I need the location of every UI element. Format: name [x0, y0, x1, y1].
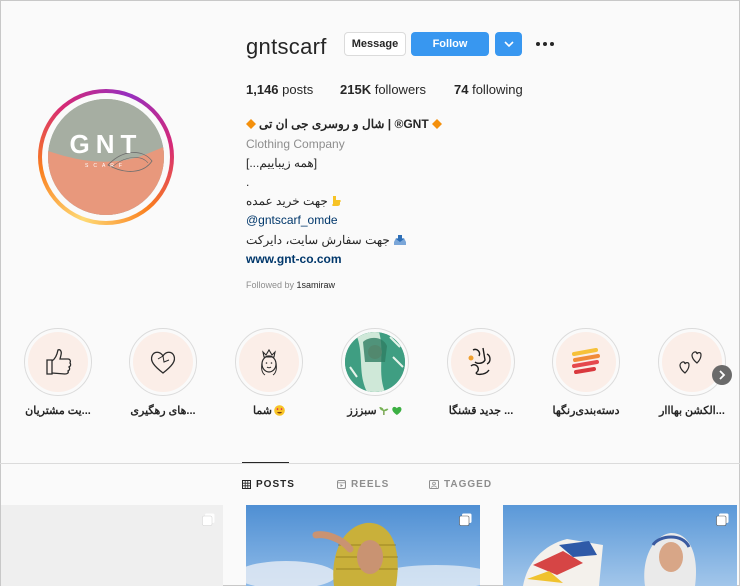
- orange-diamond-icon: [431, 119, 442, 129]
- highlight-item[interactable]: ...الکشن بهااار: [657, 328, 727, 417]
- carousel-icon: [716, 513, 729, 526]
- followers-link[interactable]: 215K followers: [340, 82, 426, 97]
- posts-count: 1,146 posts: [246, 82, 314, 97]
- highlight-label: ... جدید قشنگا: [448, 405, 514, 417]
- post-photo-woman-yellow-scarf: [246, 505, 480, 586]
- bio-name: GNT® | شال و روسری جی ان تی: [246, 117, 442, 131]
- svg-text:SCARF: SCARF: [85, 163, 127, 169]
- carousel-icon: [202, 513, 215, 526]
- tag-icon: [429, 480, 439, 489]
- orange-diamond-icon: [246, 119, 256, 129]
- tab-tagged[interactable]: TAGGED: [429, 479, 492, 490]
- followed-by[interactable]: Followed by 1samiraw: [246, 280, 335, 290]
- active-tab-indicator: [242, 462, 289, 463]
- heart-icon: [150, 351, 176, 374]
- hearts-icon: [679, 351, 702, 374]
- following-link[interactable]: 74 following: [454, 82, 523, 97]
- bio-line: جهت خرید عمده: [246, 194, 342, 208]
- scarf-photo: [345, 332, 405, 392]
- follow-button[interactable]: Follow: [411, 32, 489, 56]
- more-options-button[interactable]: [533, 36, 557, 52]
- profile-username: gntscarf: [246, 34, 327, 59]
- bio-line: .: [246, 175, 250, 189]
- post-thumbnail[interactable]: [246, 505, 480, 586]
- bio-mention-link[interactable]: @gntscarf_omde: [246, 213, 338, 227]
- heart-eyes-emoji-icon: [274, 405, 285, 416]
- highlights-next-button[interactable]: [712, 365, 732, 385]
- suggested-dropdown-button[interactable]: [495, 32, 522, 56]
- inbox-tray-icon: [393, 235, 406, 245]
- more-dots-icon: [536, 42, 554, 46]
- post-photo-woman-patterned-scarf: [503, 505, 737, 586]
- highlight-item[interactable]: شما: [234, 328, 304, 417]
- avatar[interactable]: GNT SCARF: [48, 99, 164, 215]
- bio-line: جهت سفارش سایت، دایرکت: [246, 233, 407, 247]
- highlight-item[interactable]: ...های رهگیری: [128, 328, 198, 417]
- chevron-right-icon: [719, 370, 726, 380]
- tabs-divider: [0, 463, 740, 464]
- tab-posts[interactable]: POSTS: [242, 479, 295, 490]
- color-swatch-icon: [572, 348, 600, 374]
- bio-category: Clothing Company: [246, 137, 345, 151]
- person-icon: [261, 348, 277, 376]
- post-thumbnail[interactable]: [1, 505, 223, 586]
- highlight-label: دسته‌بندی‌رنگها: [552, 405, 620, 417]
- carousel-icon: [459, 513, 472, 526]
- thumbs-up-icon: [46, 349, 72, 375]
- green-heart-icon: [392, 406, 402, 415]
- highlight-label: ...های رهگیری: [130, 405, 196, 417]
- message-button[interactable]: Message: [344, 32, 406, 56]
- highlight-label: ...یت مشتریان: [25, 405, 91, 417]
- highlight-label: ...الکشن بهااار: [659, 405, 725, 417]
- gnt-logo: GNT SCARF: [48, 99, 164, 215]
- pointing-hand-icon: [332, 196, 341, 206]
- highlight-item[interactable]: دسته‌بندی‌رنگها: [551, 328, 621, 417]
- calligraphy-icon: [468, 347, 491, 376]
- highlight-label: سبززز: [347, 404, 402, 417]
- profile-avatar-ring[interactable]: GNT SCARF: [38, 89, 174, 225]
- highlight-item[interactable]: ... جدید قشنگا: [446, 328, 516, 417]
- chevron-down-icon: [503, 41, 514, 47]
- reels-icon: [337, 480, 346, 489]
- grid-icon: [242, 480, 251, 489]
- post-thumbnail[interactable]: [503, 505, 737, 586]
- website-link[interactable]: www.gnt-co.com: [246, 252, 342, 266]
- seedling-icon: [379, 407, 389, 415]
- highlight-item[interactable]: سبززز: [340, 328, 410, 417]
- tab-reels[interactable]: REELS: [337, 479, 389, 490]
- svg-text:GNT: GNT: [70, 129, 143, 159]
- highlight-item[interactable]: ...یت مشتریان: [23, 328, 93, 417]
- highlight-label: شما: [253, 404, 285, 417]
- bio-line: [...همه زیباییم]: [246, 156, 318, 170]
